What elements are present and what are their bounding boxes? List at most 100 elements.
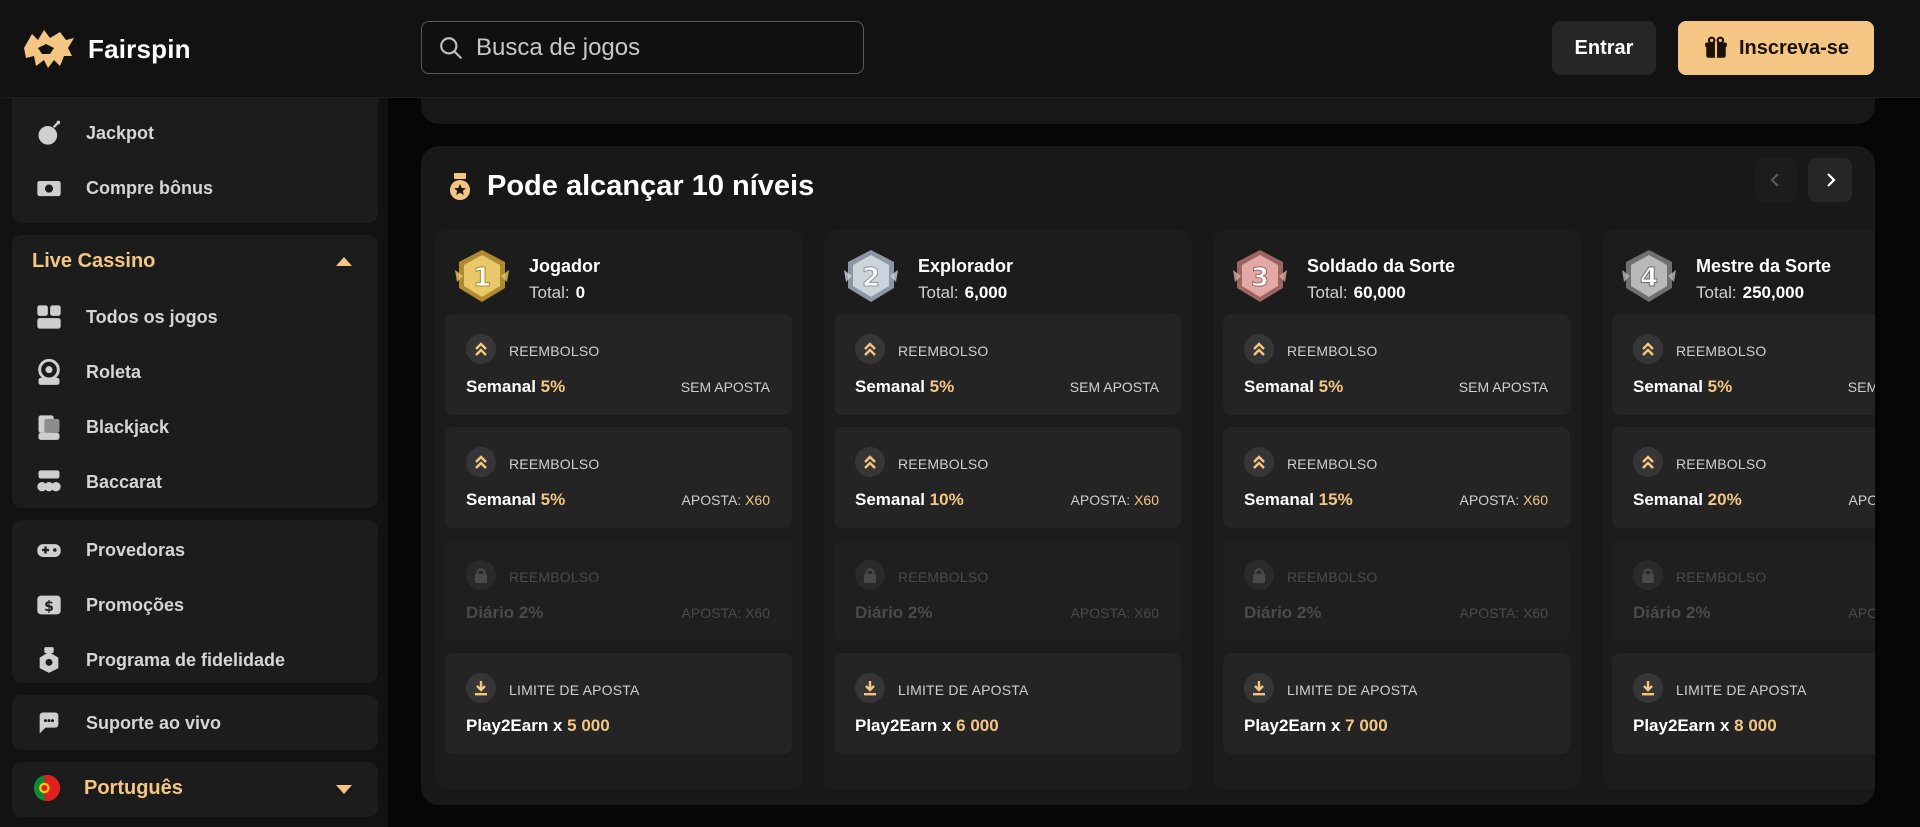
- double-chevron-up-icon: [864, 455, 876, 469]
- sidebar-item-buy-bonus[interactable]: Compre bônus: [34, 173, 213, 203]
- level-name: Jogador: [529, 255, 601, 276]
- reward-value: Semanal 5%: [466, 377, 566, 396]
- reward-label: REEMBOLSO: [1287, 343, 1378, 359]
- locked-reward-card: REEMBOLSO Diário 2% APOSTA: X60: [445, 540, 792, 641]
- level-total: Total: 60,000: [1307, 282, 1406, 302]
- carousel-next-button[interactable]: [1808, 158, 1852, 202]
- lock-icon: [864, 568, 876, 583]
- reward-value: Diário 2%: [1244, 603, 1322, 622]
- levels-panel: Pode alcançar 10 níveis 1 Jogador Total:…: [421, 146, 1875, 805]
- reward-label: REEMBOLSO: [1287, 569, 1378, 585]
- sidebar-item-providers[interactable]: Provedoras: [34, 535, 185, 565]
- reward-wager: APOSTA: X60: [681, 605, 770, 621]
- sidebar-group-more: Provedoras $ Promoções Programa de fidel…: [12, 520, 378, 683]
- double-chevron-up-icon: [864, 342, 876, 356]
- reward-wager: APOSTA: X60: [1848, 492, 1875, 508]
- sidebar-item-promotions[interactable]: $ Promoções: [34, 590, 184, 620]
- search-icon: [440, 36, 462, 59]
- level-column: 2 Explorador Total: 6,000 REEMBOLSO Seman…: [824, 230, 1192, 790]
- level-badge-icon: 2: [844, 250, 898, 302]
- reward-value: Play2Earn x 6 000: [855, 716, 999, 735]
- reward-label: REEMBOLSO: [509, 343, 600, 359]
- carousel-prev-button[interactable]: [1754, 158, 1798, 202]
- signup-button[interactable]: Inscreva-se: [1678, 21, 1874, 75]
- reward-label: REEMBOLSO: [898, 343, 989, 359]
- locked-reward-card: REEMBOLSO Diário 2% APOSTA: X60: [834, 540, 1181, 641]
- reward-card: REEMBOLSO Semanal 15% APOSTA: X60: [1223, 427, 1570, 528]
- reward-label: REEMBOLSO: [1676, 456, 1767, 472]
- chevron-up-icon[interactable]: [336, 257, 352, 266]
- download-icon: [475, 681, 487, 696]
- sidebar-item-baccarat[interactable]: Baccarat: [34, 467, 162, 497]
- double-chevron-up-icon: [475, 342, 487, 356]
- loyalty-icon: [34, 645, 64, 675]
- cash-icon: [34, 173, 64, 203]
- reward-label: LIMITE DE APOSTA: [1287, 682, 1418, 698]
- medal-icon: [450, 172, 470, 200]
- reward-value: Semanal 5%: [1633, 377, 1733, 396]
- lock-icon: [1253, 568, 1265, 583]
- sidebar-item-live-support[interactable]: Suporte ao vivo: [34, 708, 221, 738]
- level-header: 1 Jogador Total: 0: [445, 242, 600, 316]
- reward-value: Semanal 20%: [1633, 490, 1742, 509]
- search-box[interactable]: [421, 21, 864, 74]
- level-header: 2 Explorador Total: 6,000: [834, 242, 1013, 316]
- levels-title: Pode alcançar 10 níveis: [447, 170, 814, 203]
- sidebar-group-games: Jackpot Compre bônus: [12, 88, 378, 223]
- language-selector[interactable]: Português: [12, 762, 378, 817]
- reward-card: REEMBOLSO Semanal 5% SEM APOSTA: [1612, 314, 1875, 415]
- live-casino-title[interactable]: Live Cassino: [32, 250, 155, 273]
- reward-value: Diário 2%: [1633, 603, 1711, 622]
- sidebar-item-blackjack[interactable]: Blackjack: [34, 412, 169, 442]
- double-chevron-up-icon: [1253, 342, 1265, 356]
- reward-value: Play2Earn x 7 000: [1244, 716, 1388, 735]
- lion-logo-icon: [24, 30, 74, 68]
- reward-card: LIMITE DE APOSTA Play2Earn x 8 000: [1612, 653, 1875, 754]
- reward-label: LIMITE DE APOSTA: [509, 682, 640, 698]
- chevron-left-icon: [1770, 173, 1779, 187]
- level-total: Total: 0: [529, 282, 586, 302]
- promo-icon: $: [34, 590, 64, 620]
- reward-wager: SEM APOSTA: [1069, 379, 1159, 395]
- chevron-down-icon[interactable]: [336, 785, 352, 794]
- level-total: Total: 250,000: [1696, 282, 1805, 302]
- svg-text:3: 3: [1251, 263, 1269, 293]
- reward-wager: APOSTA: X60: [681, 492, 770, 508]
- reward-label: LIMITE DE APOSTA: [1676, 682, 1807, 698]
- search-input[interactable]: [476, 33, 836, 62]
- reward-label: REEMBOLSO: [1676, 343, 1767, 359]
- sidebar-item-jackpot[interactable]: Jackpot: [34, 118, 154, 148]
- sidebar-group-support: Suporte ao vivo: [12, 695, 378, 750]
- brand-name: Fairspin: [88, 33, 191, 64]
- sidebar-item-loyalty[interactable]: Programa de fidelidade: [34, 645, 285, 675]
- reward-label: REEMBOLSO: [1287, 456, 1378, 472]
- reward-card: REEMBOLSO Semanal 5% APOSTA: X60: [445, 427, 792, 528]
- download-icon: [1253, 681, 1265, 696]
- reward-label: REEMBOLSO: [898, 569, 989, 585]
- level-name: Explorador: [918, 255, 1014, 276]
- login-button[interactable]: Entrar: [1552, 21, 1656, 75]
- reward-card: REEMBOLSO Semanal 5% SEM APOSTA: [834, 314, 1181, 415]
- reward-card: LIMITE DE APOSTA Play2Earn x 5 000: [445, 653, 792, 754]
- level-badge-icon: 4: [1622, 250, 1676, 302]
- reward-label: REEMBOLSO: [509, 569, 600, 585]
- reward-value: Semanal 5%: [1244, 377, 1344, 396]
- roulette-live-icon: [34, 357, 64, 387]
- sidebar: Jackpot Compre bônus Live Cassino Todos …: [0, 88, 388, 827]
- level-column: 3 Soldado da Sorte Total: 60,000 REEMBOLS…: [1213, 230, 1581, 790]
- reward-card: LIMITE DE APOSTA Play2Earn x 6 000: [834, 653, 1181, 754]
- sidebar-item-roulette[interactable]: Roleta: [34, 357, 141, 387]
- sidebar-item-all-games[interactable]: Todos os jogos: [34, 302, 218, 332]
- reward-card: REEMBOLSO Semanal 5% SEM APOSTA: [445, 314, 792, 415]
- lock-icon: [475, 568, 487, 583]
- reward-value: Play2Earn x 5 000: [466, 716, 610, 735]
- svg-text:$: $: [44, 599, 54, 615]
- brand-logo[interactable]: Fairspin: [20, 26, 191, 72]
- reward-value: Semanal 15%: [1244, 490, 1353, 509]
- reward-wager: APOSTA: X60: [1070, 605, 1159, 621]
- language-current[interactable]: Português: [32, 773, 183, 803]
- svg-text:4: 4: [1640, 263, 1658, 293]
- level-header: 3 Soldado da Sorte Total: 60,000: [1223, 242, 1455, 316]
- double-chevron-up-icon: [1642, 455, 1654, 469]
- reward-label: REEMBOLSO: [1676, 569, 1767, 585]
